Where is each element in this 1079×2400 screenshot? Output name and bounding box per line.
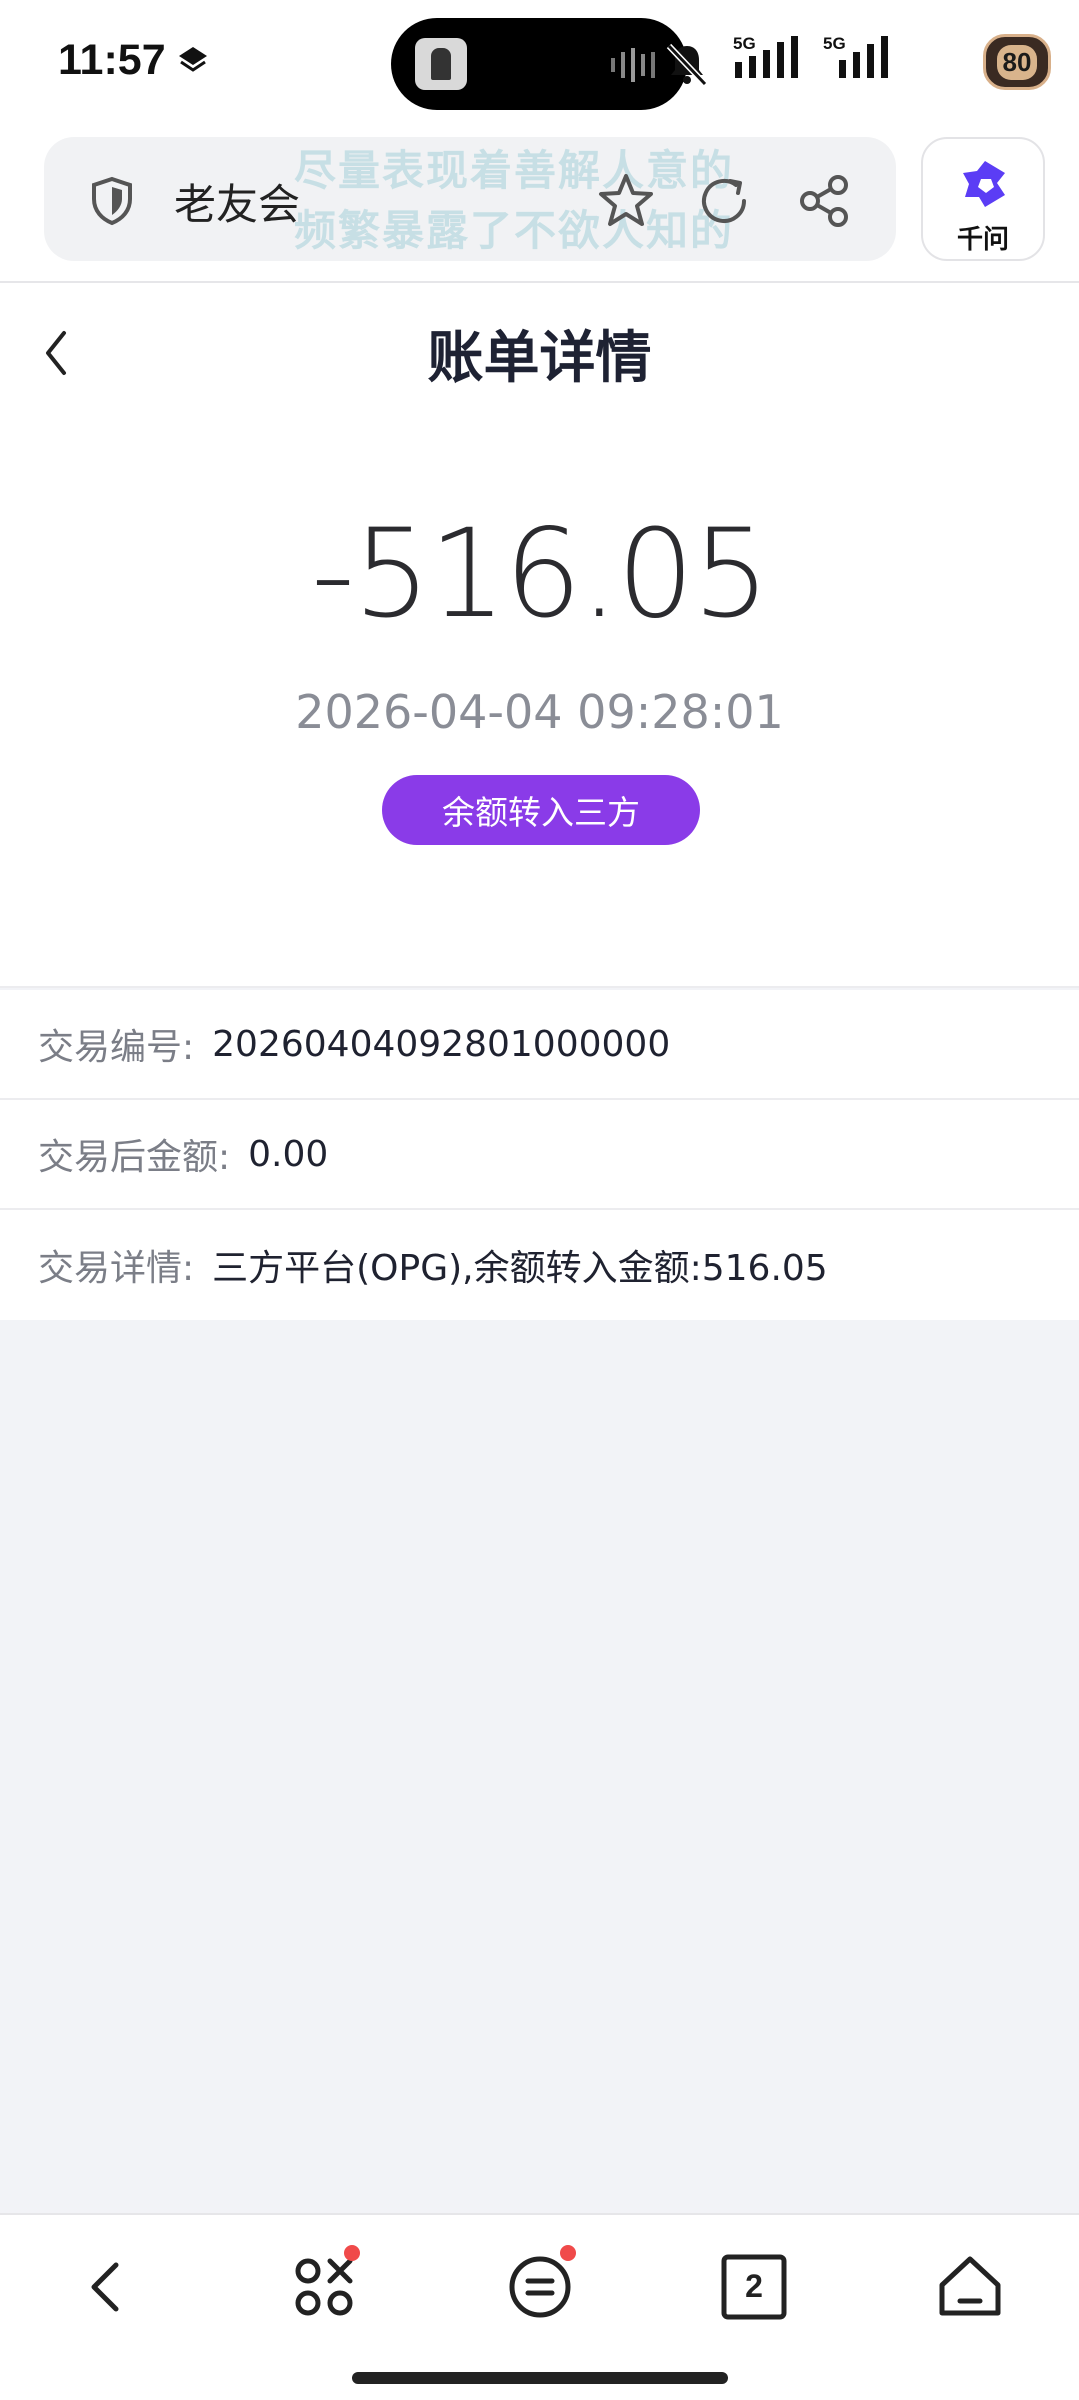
tab-count: 2 [745,2268,763,2304]
detail-label: 交易后金额: [38,1137,231,1178]
home-indicator[interactable] [352,2372,728,2384]
transaction-details: 交易编号: 20260404092801000000 交易后金额: 0.00 交… [0,990,1079,1320]
transaction-type-badge: 余额转入三方 [382,775,700,845]
watermark-line-1: 尽量表现着善解人意的 [294,146,735,195]
shield-icon[interactable] [88,175,136,227]
detail-row-balance-after: 交易后金额: 0.00 [0,1100,1079,1210]
qianwen-logo-icon [963,161,1005,207]
album-art-icon [415,38,467,90]
transaction-summary: -516.05 2026-04-04 09:28:01 余额转入三方 [0,423,1079,988]
page-header: 账单详情 [0,283,1079,423]
layers-icon [179,47,207,72]
detail-label: 交易详情: [38,1248,195,1289]
menu-button[interactable] [504,2245,576,2323]
notification-dot [560,2245,576,2261]
back-icon[interactable] [72,2251,144,2323]
status-time: 11:57 [58,36,166,84]
share-icon[interactable] [796,173,852,229]
watermark-text: 尽量表现着善解人意的 频繁暴露了不欲人知的 [294,141,734,261]
bottom-navigation: 2 [0,2213,1079,2400]
page-title: 账单详情 [427,326,652,391]
transaction-amount: -516.05 [311,503,770,645]
signal-2-icon: 5G [821,34,891,82]
detail-value: 三方平台(OPG),余额转入金额:516.05 [212,1248,828,1289]
qianwen-ai-button[interactable]: 千问 [921,137,1045,261]
apps-icon [295,2258,353,2316]
signal-1-icon: 5G [731,34,801,82]
transaction-datetime: 2026-04-04 09:28:01 [295,685,784,739]
page: 11:57 5G 5G 80 老友会 尽量表现着善解人意的 频繁暴露了不欲人知的… [0,0,1079,2400]
bell-muted-icon [666,43,708,87]
address-bar[interactable]: 老友会 尽量表现着善解人意的 频繁暴露了不欲人知的 [44,137,896,261]
detail-value: 0.00 [248,1133,329,1175]
apps-button[interactable] [288,2245,360,2323]
detail-value: 20260404092801000000 [212,1023,671,1065]
star-icon[interactable] [596,171,656,231]
battery-icon: 80 [983,34,1051,90]
menu-icon [509,2256,571,2318]
tabs-button[interactable]: 2 [718,2251,790,2323]
browser-toolbar: 老友会 尽量表现着善解人意的 频繁暴露了不欲人知的 千问 [0,125,1079,283]
home-icon[interactable] [934,2251,1006,2323]
battery-level: 80 [996,44,1038,80]
ai-label: 千问 [956,225,1009,255]
site-name: 老友会 [174,180,301,229]
refresh-icon[interactable] [696,173,752,229]
watermark-line-2: 频繁暴露了不欲人知的 [294,206,735,255]
detail-row-transaction-id: 交易编号: 20260404092801000000 [0,990,1079,1100]
status-bar: 11:57 5G 5G 80 [0,0,1079,125]
detail-label: 交易编号: [38,1027,195,1068]
status-indicators: 5G 5G 80 [631,30,1051,96]
notification-dot [344,2245,360,2261]
detail-row-description: 交易详情: 三方平台(OPG),余额转入金额:516.05 [0,1210,1079,1320]
